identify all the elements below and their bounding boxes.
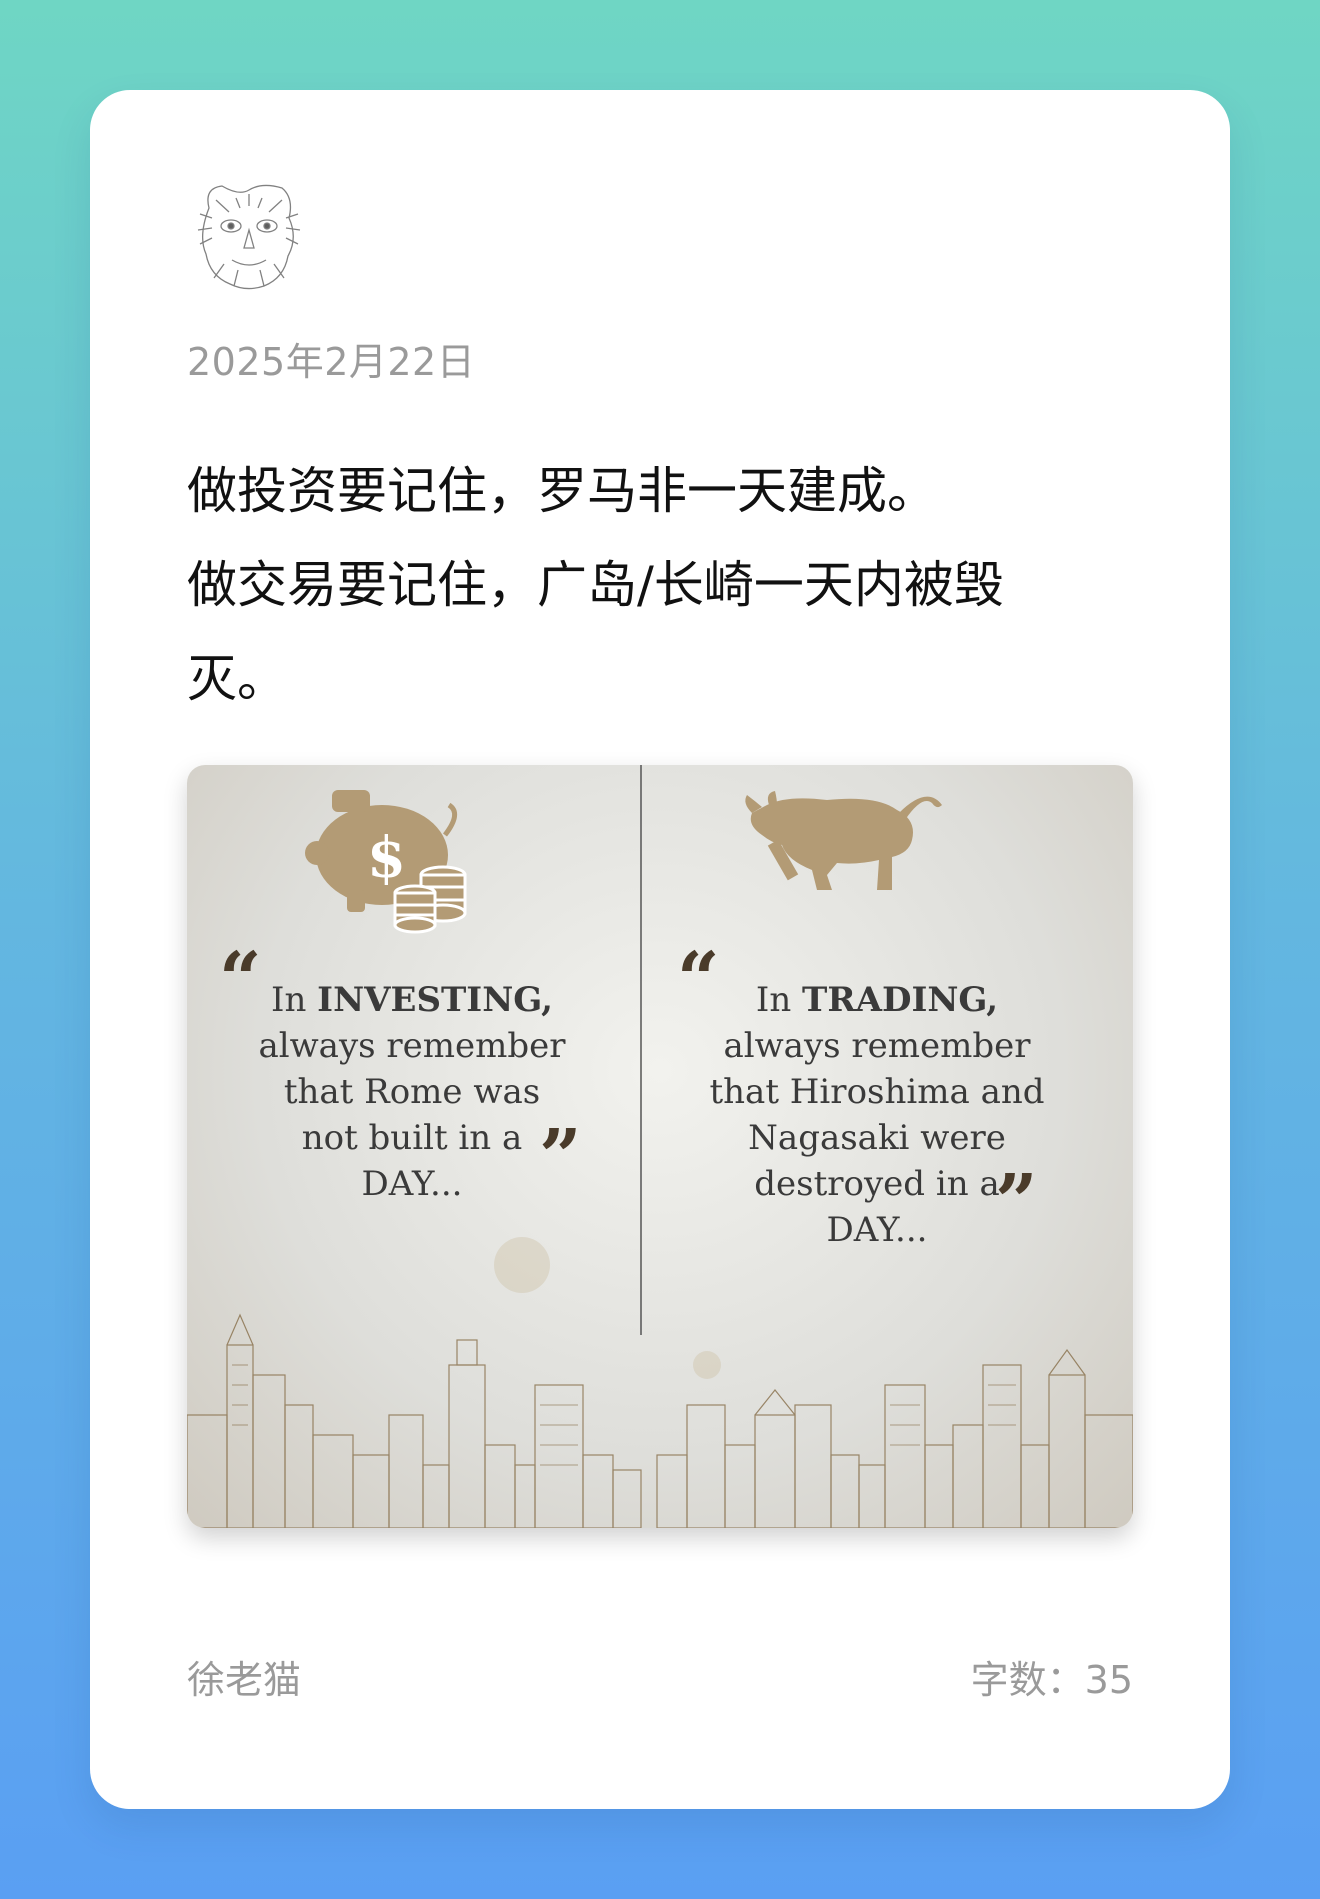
quote-line: In INVESTING, (247, 977, 577, 1023)
quote-line: not built in a (301, 1118, 523, 1158)
content-line: 做投资要记住，罗马非一天建成。 (187, 462, 937, 520)
content-line: 做交易要记住，广岛/长崎一天内被毁灭。 (187, 556, 1004, 708)
quote-line: always remember (258, 1026, 566, 1066)
quote-text: In (755, 980, 803, 1020)
author-name[interactable]: 徐老猫 (187, 1658, 301, 1702)
investing-quote: In INVESTING, always remember that Rome … (247, 977, 577, 1207)
svg-text:$: $ (367, 825, 406, 891)
post-date: 2025年2月22日 (187, 340, 476, 384)
quote-line: that Rome was (283, 1072, 541, 1112)
quote-keyword: INVESTING, (317, 980, 553, 1020)
post-image[interactable]: $ “ In INVESTING, always remember that R… (187, 765, 1133, 1528)
quote-keyword: TRADING, (802, 980, 999, 1020)
avatar[interactable] (194, 178, 304, 293)
city-skyline-illustration (187, 1313, 1133, 1528)
quote-line: Nagasaki were (748, 1118, 1006, 1158)
quote-text: In (271, 980, 318, 1020)
quote-line: DAY... (361, 1164, 463, 1204)
quote-line: In TRADING, (687, 977, 1067, 1023)
quote-line: that Hiroshima and (709, 1072, 1045, 1112)
piggy-bank-icon: $ (305, 790, 467, 934)
quote-line: always remember (723, 1026, 1031, 1066)
close-quote-mark: ” (995, 1159, 1038, 1245)
word-count: 字数：35 (970, 1658, 1133, 1702)
close-quote-mark: ” (539, 1114, 582, 1200)
sketch-avatar-icon (197, 184, 301, 290)
post-content: 做投资要记住，罗马非一天建成。 做交易要记住，广岛/长崎一天内被毁灭。 (187, 444, 1087, 726)
bull-icon (745, 791, 942, 890)
